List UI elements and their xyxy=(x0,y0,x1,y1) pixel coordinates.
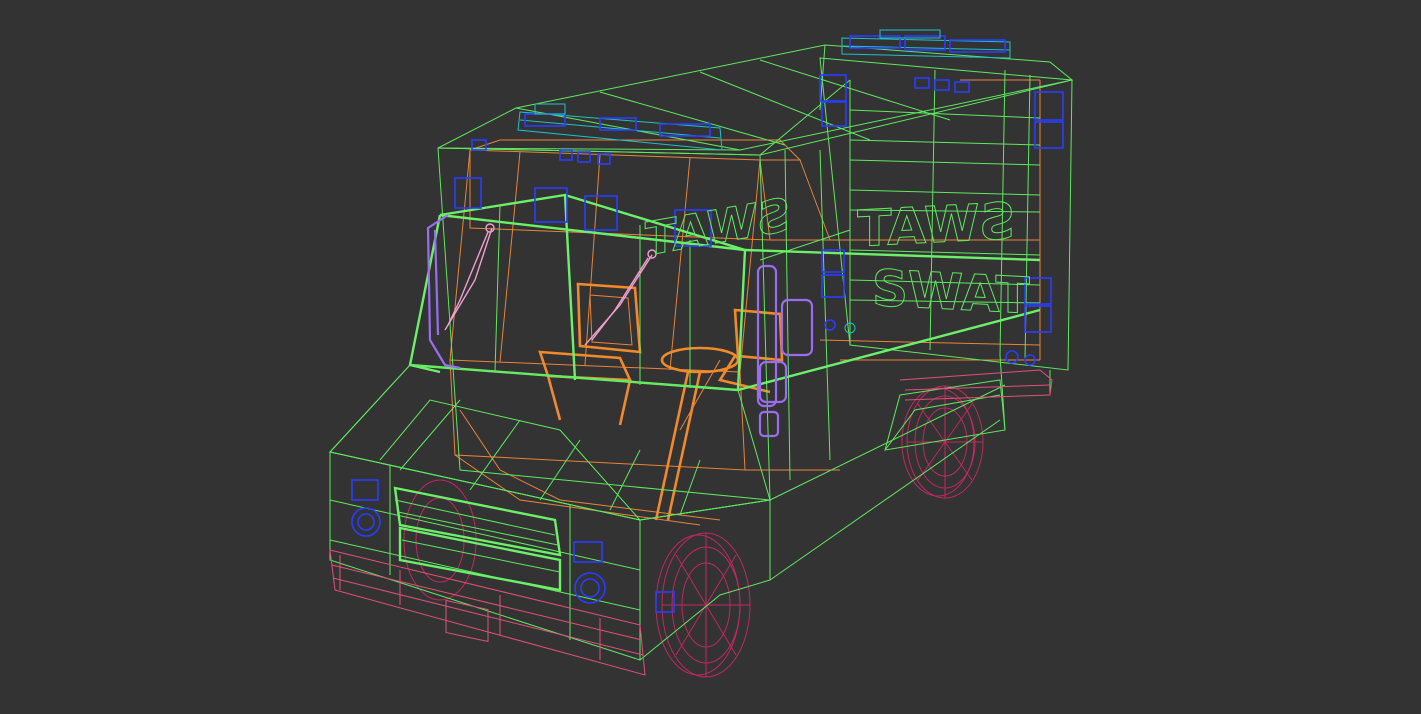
steering-wheel xyxy=(654,346,740,521)
van-wireframe: SWAT SWAT SWAT xyxy=(329,29,1074,678)
roof-lightbar-rear xyxy=(841,29,1011,59)
rear-wheel xyxy=(901,385,984,499)
swat-text-side-1: SWAT xyxy=(857,192,1015,258)
wipers xyxy=(444,223,657,346)
front-wheel xyxy=(655,532,751,678)
swat-text-front-mirrored: SWAT xyxy=(644,187,790,266)
driver-seat xyxy=(538,282,642,426)
front-grille xyxy=(393,486,562,592)
3d-viewport[interactable]: SWAT SWAT SWAT xyxy=(0,0,1421,714)
swat-text-side-2: SWAT xyxy=(872,259,1030,325)
